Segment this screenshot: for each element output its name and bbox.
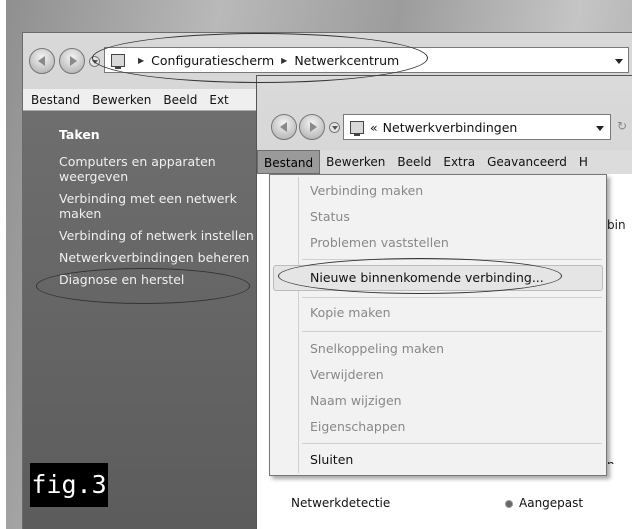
menu-separator [302, 443, 602, 444]
menu-item-create-shortcut[interactable]: Snelkoppeling maken [310, 341, 444, 356]
menu-advanced[interactable]: Geavanceerd [481, 150, 573, 174]
menu-extra[interactable]: Ext [209, 93, 228, 107]
front-breadcrumb: « Netwerkverbindingen [350, 120, 518, 136]
screenshot-frame: ▶ Configuratiescherm ▶ Netwerkcentrum Be… [0, 0, 632, 529]
menu-view[interactable]: Beeld [391, 150, 437, 174]
back-button[interactable] [29, 48, 55, 74]
menu-separator [302, 297, 602, 298]
menu-file[interactable]: Bestand [31, 93, 80, 107]
menu-item-close[interactable]: Sluiten [310, 452, 353, 467]
front-address-box[interactable]: « Netwerkverbindingen [343, 114, 611, 140]
menu-item-status[interactable]: Status [310, 209, 350, 224]
breadcrumb-network-connections[interactable]: Netwerkverbindingen [383, 120, 518, 135]
network-discovery-label: Netwerkdetectie [291, 496, 391, 510]
network-connections-icon [350, 120, 364, 136]
figure-label: fig.3 [30, 463, 108, 507]
tasks-title: Taken [59, 127, 100, 142]
file-dropdown-menu: Verbinding maken Status Problemen vastst… [269, 174, 607, 476]
menu-item-delete[interactable]: Verwijderen [310, 367, 384, 382]
menu-extra[interactable]: Extra [437, 150, 481, 174]
menu-file[interactable]: Bestand [257, 150, 321, 174]
network-discovery-value: Aangepast [519, 496, 584, 510]
menu-item-copy[interactable]: Kopie maken [310, 305, 391, 320]
menu-item-connect[interactable]: Verbinding maken [310, 183, 423, 198]
menu-edit[interactable]: Bewerken [320, 150, 391, 174]
front-address-bar: « Netwerkverbindingen ↻ [267, 106, 632, 140]
radio-icon[interactable] [505, 500, 513, 508]
task-manage-connections[interactable]: Netwerkverbindingen beheren [59, 250, 257, 265]
annotation-ellipse-address [92, 33, 428, 83]
annotation-ellipse-manage [36, 268, 250, 304]
menu-edit[interactable]: Bewerken [92, 93, 151, 107]
menu-item-rename[interactable]: Naam wijzigen [310, 393, 402, 408]
chevron-down-icon[interactable] [615, 59, 623, 64]
menu-view[interactable]: Beeld [163, 93, 197, 107]
annotation-ellipse-new-incoming [278, 258, 562, 294]
menu-item-diagnose[interactable]: Problemen vaststellen [310, 235, 449, 250]
menu-item-properties[interactable]: Eigenschappen [310, 419, 405, 434]
menu-gutter [298, 177, 299, 473]
task-view-computers[interactable]: Computers en apparaten weergeven [59, 154, 257, 184]
refresh-icon[interactable]: ↻ [617, 119, 627, 133]
menu-separator [302, 331, 602, 332]
breadcrumb-overflow[interactable]: « [370, 120, 378, 135]
task-connect-network[interactable]: Verbinding met een netwerk maken [59, 191, 257, 221]
back-button[interactable] [271, 114, 297, 140]
front-menu-bar: Bestand Bewerken Beeld Extra Geavanceerd… [257, 150, 632, 174]
recent-pages-icon[interactable] [329, 122, 340, 133]
chevron-down-icon[interactable] [596, 126, 604, 131]
partial-column-header: bin [607, 218, 626, 232]
task-setup-connection[interactable]: Verbinding of netwerk instellen [59, 228, 257, 243]
forward-button[interactable] [59, 48, 85, 74]
forward-button[interactable] [299, 114, 325, 140]
menu-help[interactable]: H [573, 150, 594, 174]
